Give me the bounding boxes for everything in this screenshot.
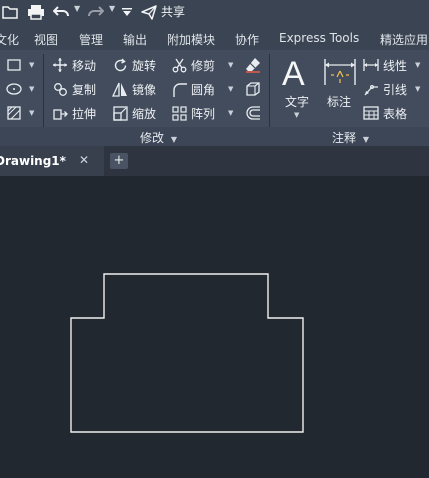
ribbon-tab-bar: 文化 视图 管理 输出 附加模块 协作 Express Tools 精选应用 [0,24,429,50]
print-icon[interactable] [26,3,46,21]
ellipse-dropdown-icon[interactable]: ▼ [29,85,34,93]
eraser-icon [245,57,261,73]
array-icon [171,105,187,121]
modify-panel-title[interactable]: 修改 ▼ [140,129,177,146]
linear-dimension-button[interactable]: 线性 [363,55,407,75]
leader-icon [363,81,379,97]
fillet-label: 圆角 [191,82,216,97]
offset-button[interactable] [245,103,265,123]
new-tab-button[interactable]: + [110,153,128,169]
rotate-icon [112,57,128,73]
leader-label: 引线 [383,82,408,97]
drawing-svg [70,273,304,433]
tab-culture[interactable]: 文化 [0,31,19,48]
undo-dropdown-icon[interactable]: ▼ [74,4,80,13]
stretch-button[interactable]: 拉伸 [52,103,96,123]
folder-open-icon[interactable] [1,3,19,21]
leader-button[interactable]: 引线 [363,79,407,99]
hatch-icon [6,105,22,121]
quick-access-toolbar: ▼ ▼ 共享 [0,0,429,24]
annotation-panel-expand-icon: ▼ [362,135,369,144]
customize-dropdown-icon[interactable] [121,3,133,21]
erase-button[interactable] [245,55,265,75]
annotation-panel-label: 注释 [332,131,357,145]
tab-featured-apps[interactable]: 精选应用 [380,31,428,48]
ellipse-tool[interactable] [6,79,26,99]
move-button[interactable]: 移动 [52,55,96,75]
mirror-icon [112,81,128,97]
scale-label: 缩放 [132,106,157,121]
share-label[interactable]: 共享 [161,3,185,20]
rotate-label: 旋转 [132,58,157,73]
ellipse-icon [6,81,22,97]
dimension-label: 标注 [327,95,352,109]
hatch-tool[interactable] [6,103,26,123]
table-button[interactable]: 表格 [363,103,407,123]
array-dropdown-icon[interactable]: ▼ [228,109,233,117]
rectangle-dropdown-icon[interactable]: ▼ [29,61,34,69]
drawing-canvas[interactable] [0,176,429,478]
stretch-icon [52,105,68,121]
trim-button[interactable]: 修剪 [171,55,215,75]
redo-icon[interactable] [87,3,105,21]
rotate-button[interactable]: 旋转 [112,55,156,75]
linear-dimension-icon [363,57,379,73]
trim-label: 修剪 [191,58,216,73]
undo-icon[interactable] [52,3,70,21]
share-icon[interactable] [140,3,158,21]
move-icon [52,57,68,73]
document-tab-bar: Drawing1* ✕ + [0,146,429,176]
trim-dropdown-icon[interactable]: ▼ [228,61,233,69]
rectangle-tool[interactable] [6,55,26,75]
text-button[interactable]: A [282,56,305,92]
fillet-button[interactable]: 圆角 [171,79,215,99]
scale-icon [112,105,128,121]
array-button[interactable]: 阵列 [171,103,215,123]
mirror-label: 镜像 [132,82,157,97]
scale-button[interactable]: 缩放 [112,103,156,123]
dimension-button[interactable] [323,57,357,89]
tab-express-tools[interactable]: Express Tools [279,31,359,45]
copy-label: 复制 [72,82,97,97]
leader-dropdown-icon[interactable]: ▼ [415,85,420,93]
modify-panel-expand-icon: ▼ [170,135,177,144]
explode-button[interactable] [245,79,265,99]
table-icon [363,105,379,121]
text-label: 文字 [285,95,310,109]
move-label: 移动 [72,58,97,73]
scissors-icon [171,57,187,73]
stretch-label: 拉伸 [72,106,97,121]
close-icon[interactable]: ✕ [79,153,89,167]
annotation-panel-title[interactable]: 注释 ▼ [332,129,369,146]
linear-dropdown-icon[interactable]: ▼ [415,61,420,69]
mirror-button[interactable]: 镜像 [112,79,156,99]
tab-manage[interactable]: 管理 [79,31,103,48]
drawn-polyline-shape[interactable] [70,273,304,433]
text-dropdown-icon[interactable]: ▼ [294,111,299,119]
array-label: 阵列 [191,106,216,121]
fillet-dropdown-icon[interactable]: ▼ [228,85,233,93]
tab-output[interactable]: 输出 [123,31,147,48]
rectangle-icon [6,57,22,73]
fillet-icon [171,81,187,97]
offset-icon [245,105,261,121]
hatch-dropdown-icon[interactable]: ▼ [29,109,34,117]
document-tab-name: Drawing1* [0,154,66,168]
document-tab-drawing1[interactable]: Drawing1* ✕ [0,146,104,176]
copy-icon [52,81,68,97]
explode-icon [245,81,261,97]
tab-collaborate[interactable]: 协作 [235,31,259,48]
dimension-icon [323,57,357,90]
table-label: 表格 [383,106,408,121]
linear-label: 线性 [383,58,408,73]
tab-view[interactable]: 视图 [34,31,58,48]
tab-addins[interactable]: 附加模块 [167,31,215,48]
modify-panel-label: 修改 [140,131,165,145]
redo-dropdown-icon[interactable]: ▼ [109,4,115,13]
text-icon: A [282,55,305,93]
copy-button[interactable]: 复制 [52,79,96,99]
